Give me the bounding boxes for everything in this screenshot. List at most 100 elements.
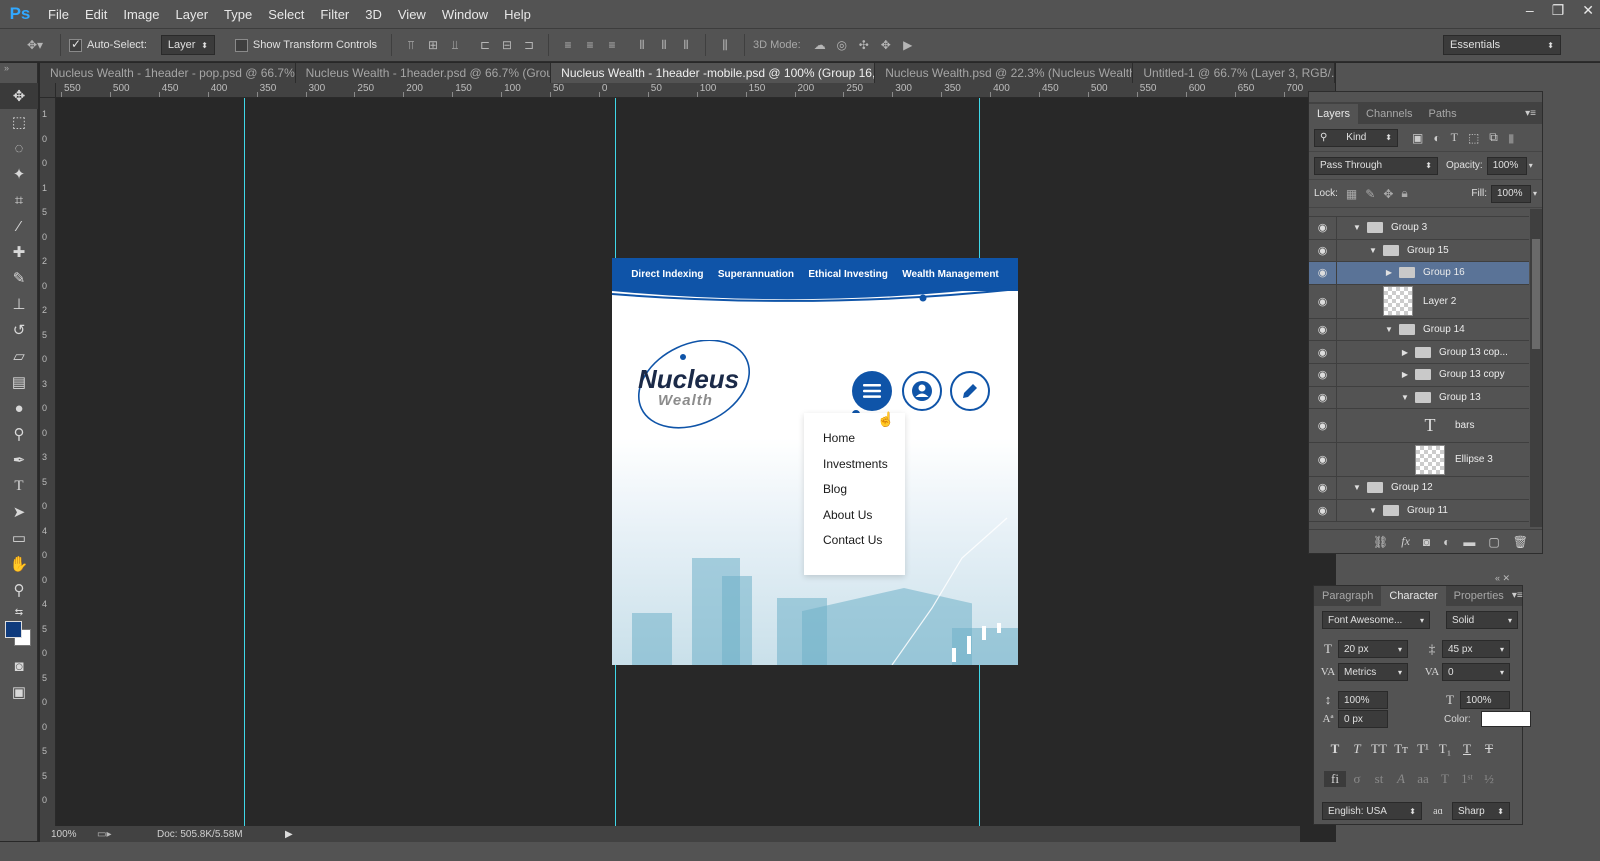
pen-tool-icon[interactable]: ✒ [0,447,38,473]
eye-icon[interactable]: ◉ [1309,499,1337,522]
align-bottom-icon[interactable]: ⫫ [444,35,466,55]
layer-row[interactable]: ◉ Ellipse 3 [1309,443,1529,478]
lock-transparent-icon[interactable]: ▦ [1346,187,1357,201]
expanded-triangle-icon[interactable]: ▼ [1383,325,1395,334]
layer-row[interactable]: ◉ ▶ Group 13 copy [1309,363,1529,387]
tab-paths[interactable]: Paths [1421,104,1465,124]
doc-tab[interactable]: Nucleus Wealth - 1header - pop.psd @ 66.… [40,63,296,83]
filter-toggle-icon[interactable]: ▮ [1508,131,1515,145]
filter-shape-icon[interactable]: ⬚ [1468,131,1479,145]
3d-slide-icon[interactable]: ✥ [875,35,897,55]
hand-tool-icon[interactable]: ✋ [0,551,38,577]
status-menu-arrow-icon[interactable]: ▶ [285,829,293,840]
distribute-hcenter-icon[interactable]: ⦀ [653,35,675,55]
distribute-bottom-icon[interactable]: ≡ [601,35,623,55]
eye-icon[interactable]: ◉ [1309,239,1337,262]
chevron-down-icon[interactable]: ▾ [1533,189,1537,198]
color-swatches[interactable] [0,621,37,653]
auto-select-dropdown[interactable]: Layer ⬍ [160,35,215,55]
horizontal-scale-input[interactable]: 100% [1460,691,1510,709]
expanded-triangle-icon[interactable]: ▼ [1351,483,1363,492]
layer-row[interactable]: ◉ ▼ Group 13 [1309,386,1529,410]
expanded-triangle-icon[interactable]: ▼ [1351,223,1363,232]
guide-line[interactable] [244,98,245,826]
distribute-vcenter-icon[interactable]: ≡ [579,35,601,55]
faux-italic-icon[interactable]: T [1346,741,1368,757]
auto-select-checkbox[interactable] [69,37,82,52]
distribute-left-icon[interactable]: ⦀ [631,35,653,55]
collapsed-triangle-icon[interactable]: ▶ [1399,370,1411,379]
vertical-ruler[interactable]: 1 0 0 1 5 0 2 0 2 5 0 3 0 0 3 5 0 4 0 0 4 5 0 5 0 0 5 5 0 [40,98,56,826]
menu-help[interactable]: Help [496,7,539,22]
doc-tab-active[interactable]: Nucleus Wealth - 1header -mobile.psd @ 1… [551,63,876,83]
history-brush-tool-icon[interactable]: ↺ [0,317,38,343]
layer-row[interactable]: ◉ Layer 2 [1309,284,1529,319]
gradient-tool-icon[interactable]: ▤ [0,369,38,395]
minimize-icon[interactable]: – [1526,2,1534,19]
kerning-dropdown[interactable]: Metrics ▾ [1338,663,1408,681]
tab-properties[interactable]: Properties [1446,586,1512,606]
char-panel-collapse-icon[interactable]: « ✕ [1495,573,1510,584]
eye-icon[interactable]: ◉ [1309,217,1337,239]
eye-icon[interactable]: ◉ [1309,363,1337,386]
blur-tool-icon[interactable]: ● [0,395,38,421]
menu-3d[interactable]: 3D [357,7,390,22]
status-toggle-icon[interactable]: ▭▸ [97,829,157,840]
layer-row[interactable]: ◉ ▼ Group 15 [1309,239,1529,263]
filter-kind-dropdown[interactable]: ⚲ Kind ⬍ [1314,128,1398,147]
ornaments-icon[interactable]: T [1434,771,1456,787]
trash-icon[interactable]: 🗑︎ [1513,535,1528,549]
swash-icon[interactable]: st [1368,771,1390,787]
tab-paragraph[interactable]: Paragraph [1314,586,1381,606]
tab-layers[interactable]: Layers [1309,104,1359,124]
3d-drag-icon[interactable]: ✣ [853,35,875,55]
canvas-area[interactable]: Direct Indexing Superannuation Ethical I… [56,98,1335,826]
font-size-input[interactable]: 20 px ▾ [1338,640,1408,658]
align-top-icon[interactable]: ⫪ [400,35,422,55]
menu-window[interactable]: Window [434,7,496,22]
eye-icon[interactable]: ◉ [1309,318,1337,341]
strikethrough-icon[interactable]: T [1478,741,1500,757]
close-window-icon[interactable]: ✕ [1582,2,1594,19]
shape-tool-icon[interactable]: ▭ [0,525,38,551]
new-layer-icon[interactable]: ▢ [1488,535,1499,549]
zoom-level[interactable]: 100% [51,829,89,840]
tab-character[interactable]: Character [1381,586,1446,606]
doc-tab[interactable]: Untitled-1 @ 66.7% (Layer 3, RGB/...✕ [1133,63,1335,83]
menu-edit[interactable]: Edit [77,7,115,22]
menu-layer[interactable]: Layer [168,7,217,22]
align-right-icon[interactable]: ⊐ [518,35,540,55]
underline-icon[interactable]: T [1456,741,1478,757]
filter-adjustment-icon[interactable]: ◐ [1433,131,1440,145]
clone-stamp-tool-icon[interactable]: ⊥ [0,291,38,317]
opacity-input[interactable]: 100% [1486,156,1527,175]
zoom-tool-icon[interactable]: ⚲ [0,577,38,603]
doc-tab[interactable]: Nucleus Wealth - 1header.psd @ 66.7% (Gr… [296,63,552,83]
menu-filter[interactable]: Filter [312,7,357,22]
antialias-dropdown[interactable]: Sharp ⬍ [1452,802,1510,820]
layer-row[interactable]: ◉ ▶ Group 13 cop... [1309,341,1529,364]
layer-row[interactable]: ◉ ▼ Group 11 [1309,499,1529,523]
3d-rotate-icon[interactable]: ☁ [809,35,831,55]
show-transform-checkbox[interactable] [234,38,248,52]
eye-icon[interactable]: ◉ [1309,443,1337,477]
panel-menu-icon[interactable]: ▾≡ [1512,586,1529,606]
menu-view[interactable]: View [390,7,434,22]
chevron-down-icon[interactable]: ▾ [1529,161,1533,170]
swap-colors-icon[interactable]: ⇆ [0,603,38,621]
new-group-icon[interactable]: ▬ [1463,535,1475,549]
eye-icon[interactable]: ◉ [1309,284,1337,318]
3d-scale-icon[interactable]: ▶ [897,35,919,55]
layer-scrollbar[interactable] [1530,209,1542,527]
menu-type[interactable]: Type [216,7,260,22]
lock-all-icon[interactable]: 🔒︎ [1401,186,1407,201]
eye-icon[interactable]: ◉ [1309,386,1337,409]
layer-row-partial[interactable] [1309,209,1529,217]
ordinals-icon[interactable]: 1ˢᵗ [1456,771,1478,787]
restore-icon[interactable]: ❐ [1552,2,1565,19]
distribute-top-icon[interactable]: ≡ [557,35,579,55]
filter-pixel-icon[interactable]: ▣ [1412,131,1423,145]
align-hcenter-icon[interactable]: ⊟ [496,35,518,55]
expanded-triangle-icon[interactable]: ▼ [1367,506,1379,515]
eye-icon[interactable]: ◉ [1309,341,1337,363]
